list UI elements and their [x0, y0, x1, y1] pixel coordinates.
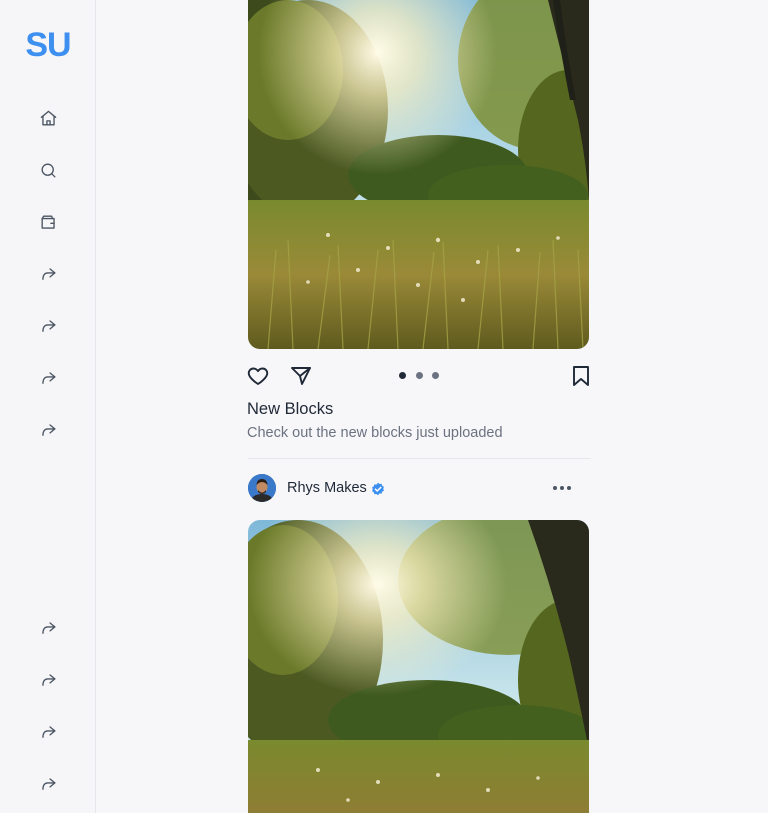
nav-wallet-button[interactable] — [34, 208, 62, 236]
bookmark-icon — [573, 366, 589, 386]
nav-share-button[interactable] — [34, 666, 62, 694]
avatar[interactable] — [248, 474, 276, 502]
nav-share-button[interactable] — [34, 312, 62, 340]
nav-share-button[interactable] — [34, 770, 62, 798]
post-title: New Blocks — [247, 400, 334, 418]
more-horizontal-icon — [567, 486, 571, 490]
author-name[interactable]: Rhys Makes — [287, 480, 367, 496]
more-horizontal-icon — [560, 486, 564, 490]
nav-share-button[interactable] — [34, 260, 62, 288]
share-arrow-icon — [41, 673, 56, 686]
send-button[interactable] — [288, 363, 314, 389]
share-arrow-icon — [41, 725, 56, 738]
home-icon — [40, 110, 56, 126]
sidebar: SU — [0, 0, 96, 813]
nav-share-button[interactable] — [34, 364, 62, 392]
carousel-dot-active[interactable] — [399, 372, 406, 379]
nav-share-button[interactable] — [34, 718, 62, 746]
heart-icon — [247, 367, 269, 385]
share-arrow-icon — [41, 267, 56, 280]
carousel-dot[interactable] — [416, 372, 423, 379]
bookmark-button[interactable] — [569, 363, 593, 389]
share-arrow-icon — [41, 621, 56, 634]
nav-search-button[interactable] — [34, 156, 62, 184]
logo[interactable]: SU — [0, 26, 96, 65]
verified-badge-icon — [371, 482, 385, 496]
post-image[interactable] — [248, 0, 589, 349]
share-arrow-icon — [41, 319, 56, 332]
nav-share-button[interactable] — [34, 614, 62, 642]
share-arrow-icon — [41, 371, 56, 384]
share-arrow-icon — [41, 423, 56, 436]
send-icon — [291, 367, 311, 385]
more-options-button[interactable] — [548, 478, 576, 498]
more-horizontal-icon — [553, 486, 557, 490]
post-caption: Check out the new blocks just uploaded — [247, 425, 503, 441]
like-button[interactable] — [245, 363, 271, 389]
nav-share-button[interactable] — [34, 416, 62, 444]
post-image[interactable] — [248, 520, 589, 813]
nav-home-button[interactable] — [34, 104, 62, 132]
post-divider — [248, 458, 591, 459]
carousel-dot[interactable] — [432, 372, 439, 379]
search-icon — [40, 162, 56, 178]
share-arrow-icon — [41, 777, 56, 790]
wallet-icon — [40, 214, 55, 229]
